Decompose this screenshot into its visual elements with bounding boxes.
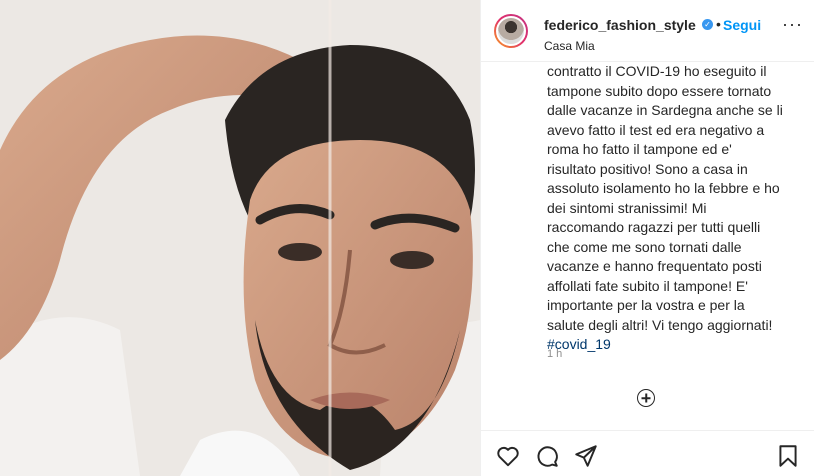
location-link[interactable]: Casa Mia xyxy=(544,39,595,53)
selfie-photo xyxy=(0,0,480,476)
comment-icon[interactable] xyxy=(534,443,560,469)
separator-dot: • xyxy=(716,16,721,32)
caption-line: dei sintomi stranissimi! Mi xyxy=(547,199,707,216)
more-options-icon[interactable]: ··· xyxy=(782,14,803,35)
caption-line: tampone subito dopo essere tornato xyxy=(547,82,772,99)
caption-line: assoluto isolamento ho la febbre e ho xyxy=(547,180,780,196)
caption-line: contratto il COVID-19 ho eseguito il xyxy=(547,63,767,79)
caption-line: affollati fate subito il tampone! E' xyxy=(547,277,748,294)
caption-line: che come me sono tornati dalle xyxy=(547,238,742,255)
post-header: federico_fashion_style ✓ • Segui ··· Cas… xyxy=(481,0,814,62)
post-timestamp: 1 h xyxy=(547,348,563,360)
bookmark-icon[interactable] xyxy=(775,443,801,469)
caption-line: dalle vacanze in Sardegna anche se li xyxy=(547,102,783,118)
caption-line: avevo fatto il test ed era negativo a xyxy=(547,121,765,138)
plus-circle-icon[interactable] xyxy=(637,389,655,407)
caption-line: risultato positivo! Sono a casa in xyxy=(547,160,748,177)
caption-line: raccomando ragazzi per tutti quelli xyxy=(547,219,761,235)
avatar[interactable] xyxy=(494,14,528,48)
verified-badge-icon: ✓ xyxy=(702,19,713,30)
caption-area: contratto il COVID-19 ho eseguito il tam… xyxy=(481,62,814,398)
share-icon[interactable] xyxy=(573,443,599,469)
follow-button[interactable]: Segui xyxy=(723,17,761,33)
heart-icon[interactable] xyxy=(495,443,521,469)
caption-line: importante per la vostra e per la xyxy=(547,297,745,313)
action-bar xyxy=(481,430,814,476)
caption-line: vacanze e hanno frequentato posti xyxy=(547,258,762,274)
post-photo xyxy=(0,0,480,476)
caption-line: roma ho fatto il tampone ed e' xyxy=(547,141,732,157)
caption-line: salute degli altri! Vi tengo aggiornati! xyxy=(547,316,773,333)
username-link[interactable]: federico_fashion_style xyxy=(544,17,696,33)
post-side-panel: federico_fashion_style ✓ • Segui ··· Cas… xyxy=(480,0,814,476)
post-caption: contratto il COVID-19 ho eseguito il tam… xyxy=(547,62,795,355)
